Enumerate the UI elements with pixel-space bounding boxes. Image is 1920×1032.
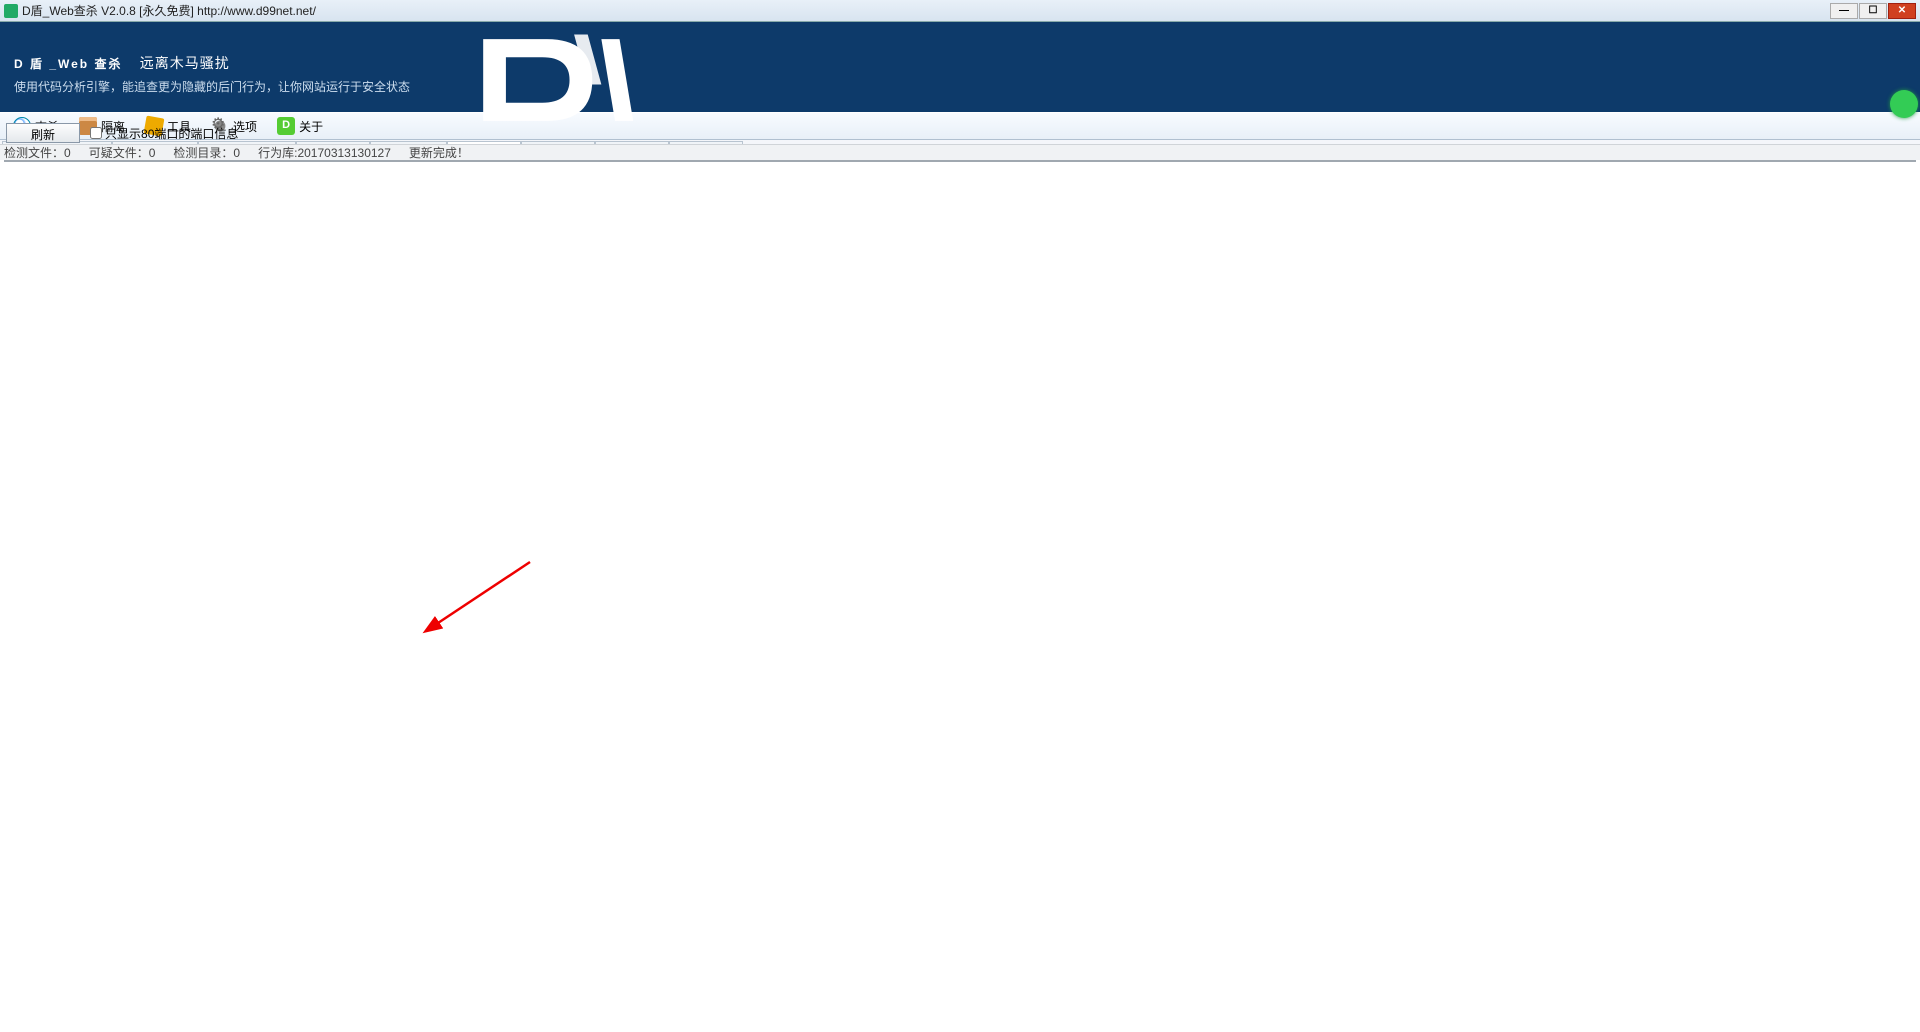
port80-filter-input[interactable] xyxy=(90,127,102,139)
column-header[interactable]: 目标IP xyxy=(193,161,289,162)
port80-filter-checkbox[interactable]: 只显示80端口的端口信息 xyxy=(90,125,238,142)
annotation-arrow xyxy=(420,557,540,637)
window-title: D盾_Web查杀 V2.0.8 [永久免费] http://www.d99net… xyxy=(22,2,1830,19)
column-header[interactable]: 源IP xyxy=(49,161,145,162)
app-icon xyxy=(4,4,18,18)
column-header[interactable]: 目标端口 xyxy=(289,161,337,162)
column-header[interactable]: 状态 xyxy=(337,161,399,162)
window-titlebar: D盾_Web查杀 V2.0.8 [永久免费] http://www.d99net… xyxy=(0,0,1920,22)
logo-icon xyxy=(470,30,660,130)
refresh-button[interactable]: 刷新 xyxy=(6,123,80,143)
status-scanned-files: 检测文件：0 xyxy=(4,144,71,161)
column-header[interactable]: 本地端口 xyxy=(145,161,193,162)
status-suspicious-files: 可疑文件：0 xyxy=(89,144,156,161)
banner-description: 使用代码分析引擎，能追查更为隐藏的后门行为，让你网站运行于安全状态 xyxy=(14,78,410,95)
banner-subtitle: 远离木马骚扰 xyxy=(140,55,230,71)
column-header[interactable]: 进程ID xyxy=(399,161,1915,162)
banner-title: D 盾 _Web 查杀 远离木马骚扰 xyxy=(14,44,230,75)
floating-badge-icon[interactable] xyxy=(1890,90,1918,118)
table-header: 协议源IP本地端口目标IP目标端口状态进程ID xyxy=(5,161,1915,162)
status-update-msg: 更新完成！ xyxy=(409,144,469,161)
minimize-button[interactable]: — xyxy=(1830,3,1858,19)
status-scanned-dirs: 检测目录：0 xyxy=(173,144,240,161)
port80-filter-label: 只显示80端口的端口信息 xyxy=(105,125,238,142)
close-button[interactable]: ✕ xyxy=(1888,3,1916,19)
status-behavior-db: 行为库:20170313130127 xyxy=(258,144,391,161)
status-bar: 检测文件：0 可疑文件：0 检测目录：0 行为库:20170313130127 … xyxy=(0,144,1920,160)
column-header[interactable]: 协议 xyxy=(5,161,49,162)
banner-title-text: D 盾 _Web 查杀 xyxy=(14,57,122,71)
maximize-button[interactable]: ☐ xyxy=(1859,3,1887,19)
bottom-bar: 刷新 只显示80端口的端口信息 xyxy=(4,122,1916,144)
app-banner: D 盾 _Web 查杀 远离木马骚扰 使用代码分析引擎，能追查更为隐藏的后门行为… xyxy=(0,22,1920,112)
